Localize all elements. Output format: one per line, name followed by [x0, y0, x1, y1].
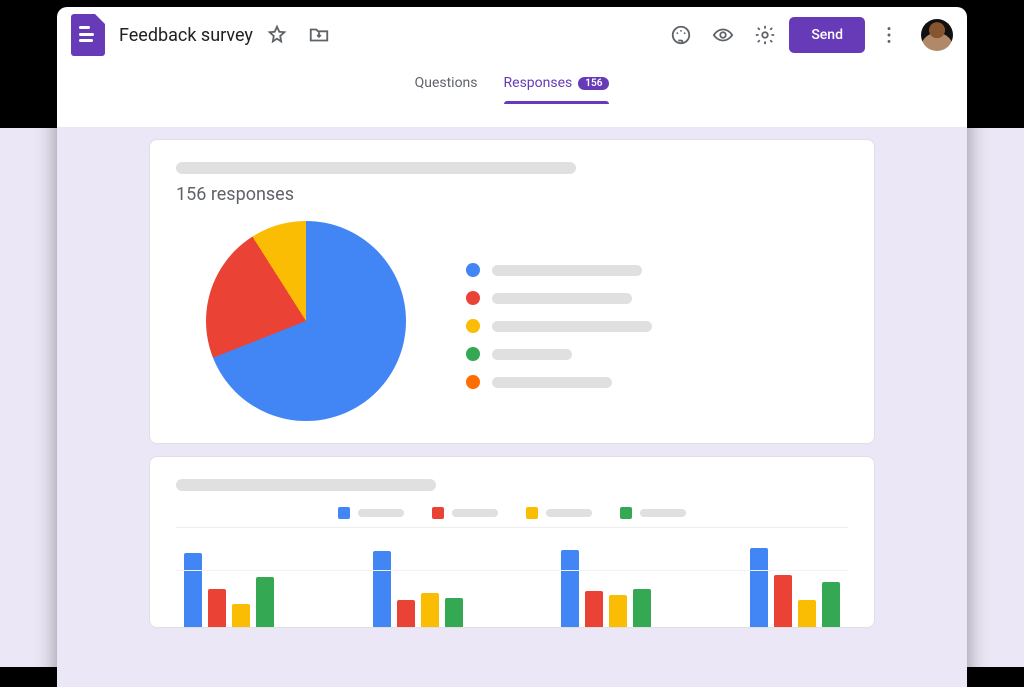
question-title-placeholder [176, 162, 576, 174]
legend-color-square [338, 507, 350, 519]
bar [256, 577, 274, 627]
tab-responses[interactable]: Responses 156 [504, 63, 610, 103]
bar-group [561, 550, 651, 627]
summary-card-bar [149, 456, 875, 628]
bar [561, 550, 579, 627]
send-button[interactable]: Send [789, 17, 865, 53]
bar [585, 591, 603, 627]
legend-label-placeholder [492, 377, 612, 388]
bar-legend [176, 507, 848, 519]
legend-color-dot [466, 375, 480, 389]
legend-color-dot [466, 263, 480, 277]
summary-card-pie: 156 responses [149, 139, 875, 444]
legend-color-square [432, 507, 444, 519]
legend-label-placeholder [546, 509, 592, 517]
bar-group [184, 553, 274, 627]
forms-logo-icon[interactable] [71, 14, 105, 56]
bar [373, 551, 391, 627]
legend-color-dot [466, 291, 480, 305]
gear-icon[interactable] [747, 17, 783, 53]
bar-legend-item [432, 507, 498, 519]
legend-label-placeholder [358, 509, 404, 517]
legend-label-placeholder [492, 321, 652, 332]
bar-legend-item [620, 507, 686, 519]
bar [798, 600, 816, 627]
tab-bar: Questions Responses 156 [57, 63, 967, 103]
legend-item [466, 291, 652, 305]
content-area: 156 responses [57, 127, 967, 687]
bar-legend-item [338, 507, 404, 519]
tab-questions[interactable]: Questions [415, 63, 478, 103]
bar [208, 589, 226, 627]
bar [750, 548, 768, 627]
legend-item [466, 263, 652, 277]
app-window: Feedback survey Send [57, 7, 967, 687]
tab-label: Responses [504, 75, 573, 91]
star-icon[interactable] [259, 17, 295, 53]
bar [445, 598, 463, 627]
pie-chart [206, 221, 406, 421]
legend-color-square [526, 507, 538, 519]
avatar[interactable] [921, 19, 953, 51]
bar [184, 553, 202, 627]
bar-group [750, 548, 840, 627]
legend-label-placeholder [640, 509, 686, 517]
legend-color-square [620, 507, 632, 519]
legend-item [466, 319, 652, 333]
bar [633, 589, 651, 627]
legend-label-placeholder [492, 265, 642, 276]
question-title-placeholder [176, 479, 436, 491]
bar [421, 593, 439, 627]
bar-chart [176, 527, 848, 627]
bar-legend-item [526, 507, 592, 519]
legend-label-placeholder [492, 349, 572, 360]
legend-item [466, 375, 652, 389]
legend-item [466, 347, 652, 361]
legend-label-placeholder [492, 293, 632, 304]
tab-label: Questions [415, 75, 478, 91]
responses-count-badge: 156 [578, 77, 609, 90]
bar [822, 582, 840, 627]
bar [774, 575, 792, 627]
preview-eye-icon[interactable] [705, 17, 741, 53]
bar-group [373, 551, 463, 627]
more-vert-icon[interactable] [871, 17, 907, 53]
titlebar: Feedback survey Send [57, 7, 967, 63]
legend-label-placeholder [452, 509, 498, 517]
legend-color-dot [466, 347, 480, 361]
responses-count-text: 156 responses [176, 184, 848, 205]
document-title[interactable]: Feedback survey [119, 25, 253, 46]
bar [397, 600, 415, 627]
pie-legend [466, 253, 652, 389]
palette-icon[interactable] [663, 17, 699, 53]
bar [609, 595, 627, 627]
move-to-folder-icon[interactable] [301, 17, 337, 53]
bar [232, 604, 250, 627]
legend-color-dot [466, 319, 480, 333]
